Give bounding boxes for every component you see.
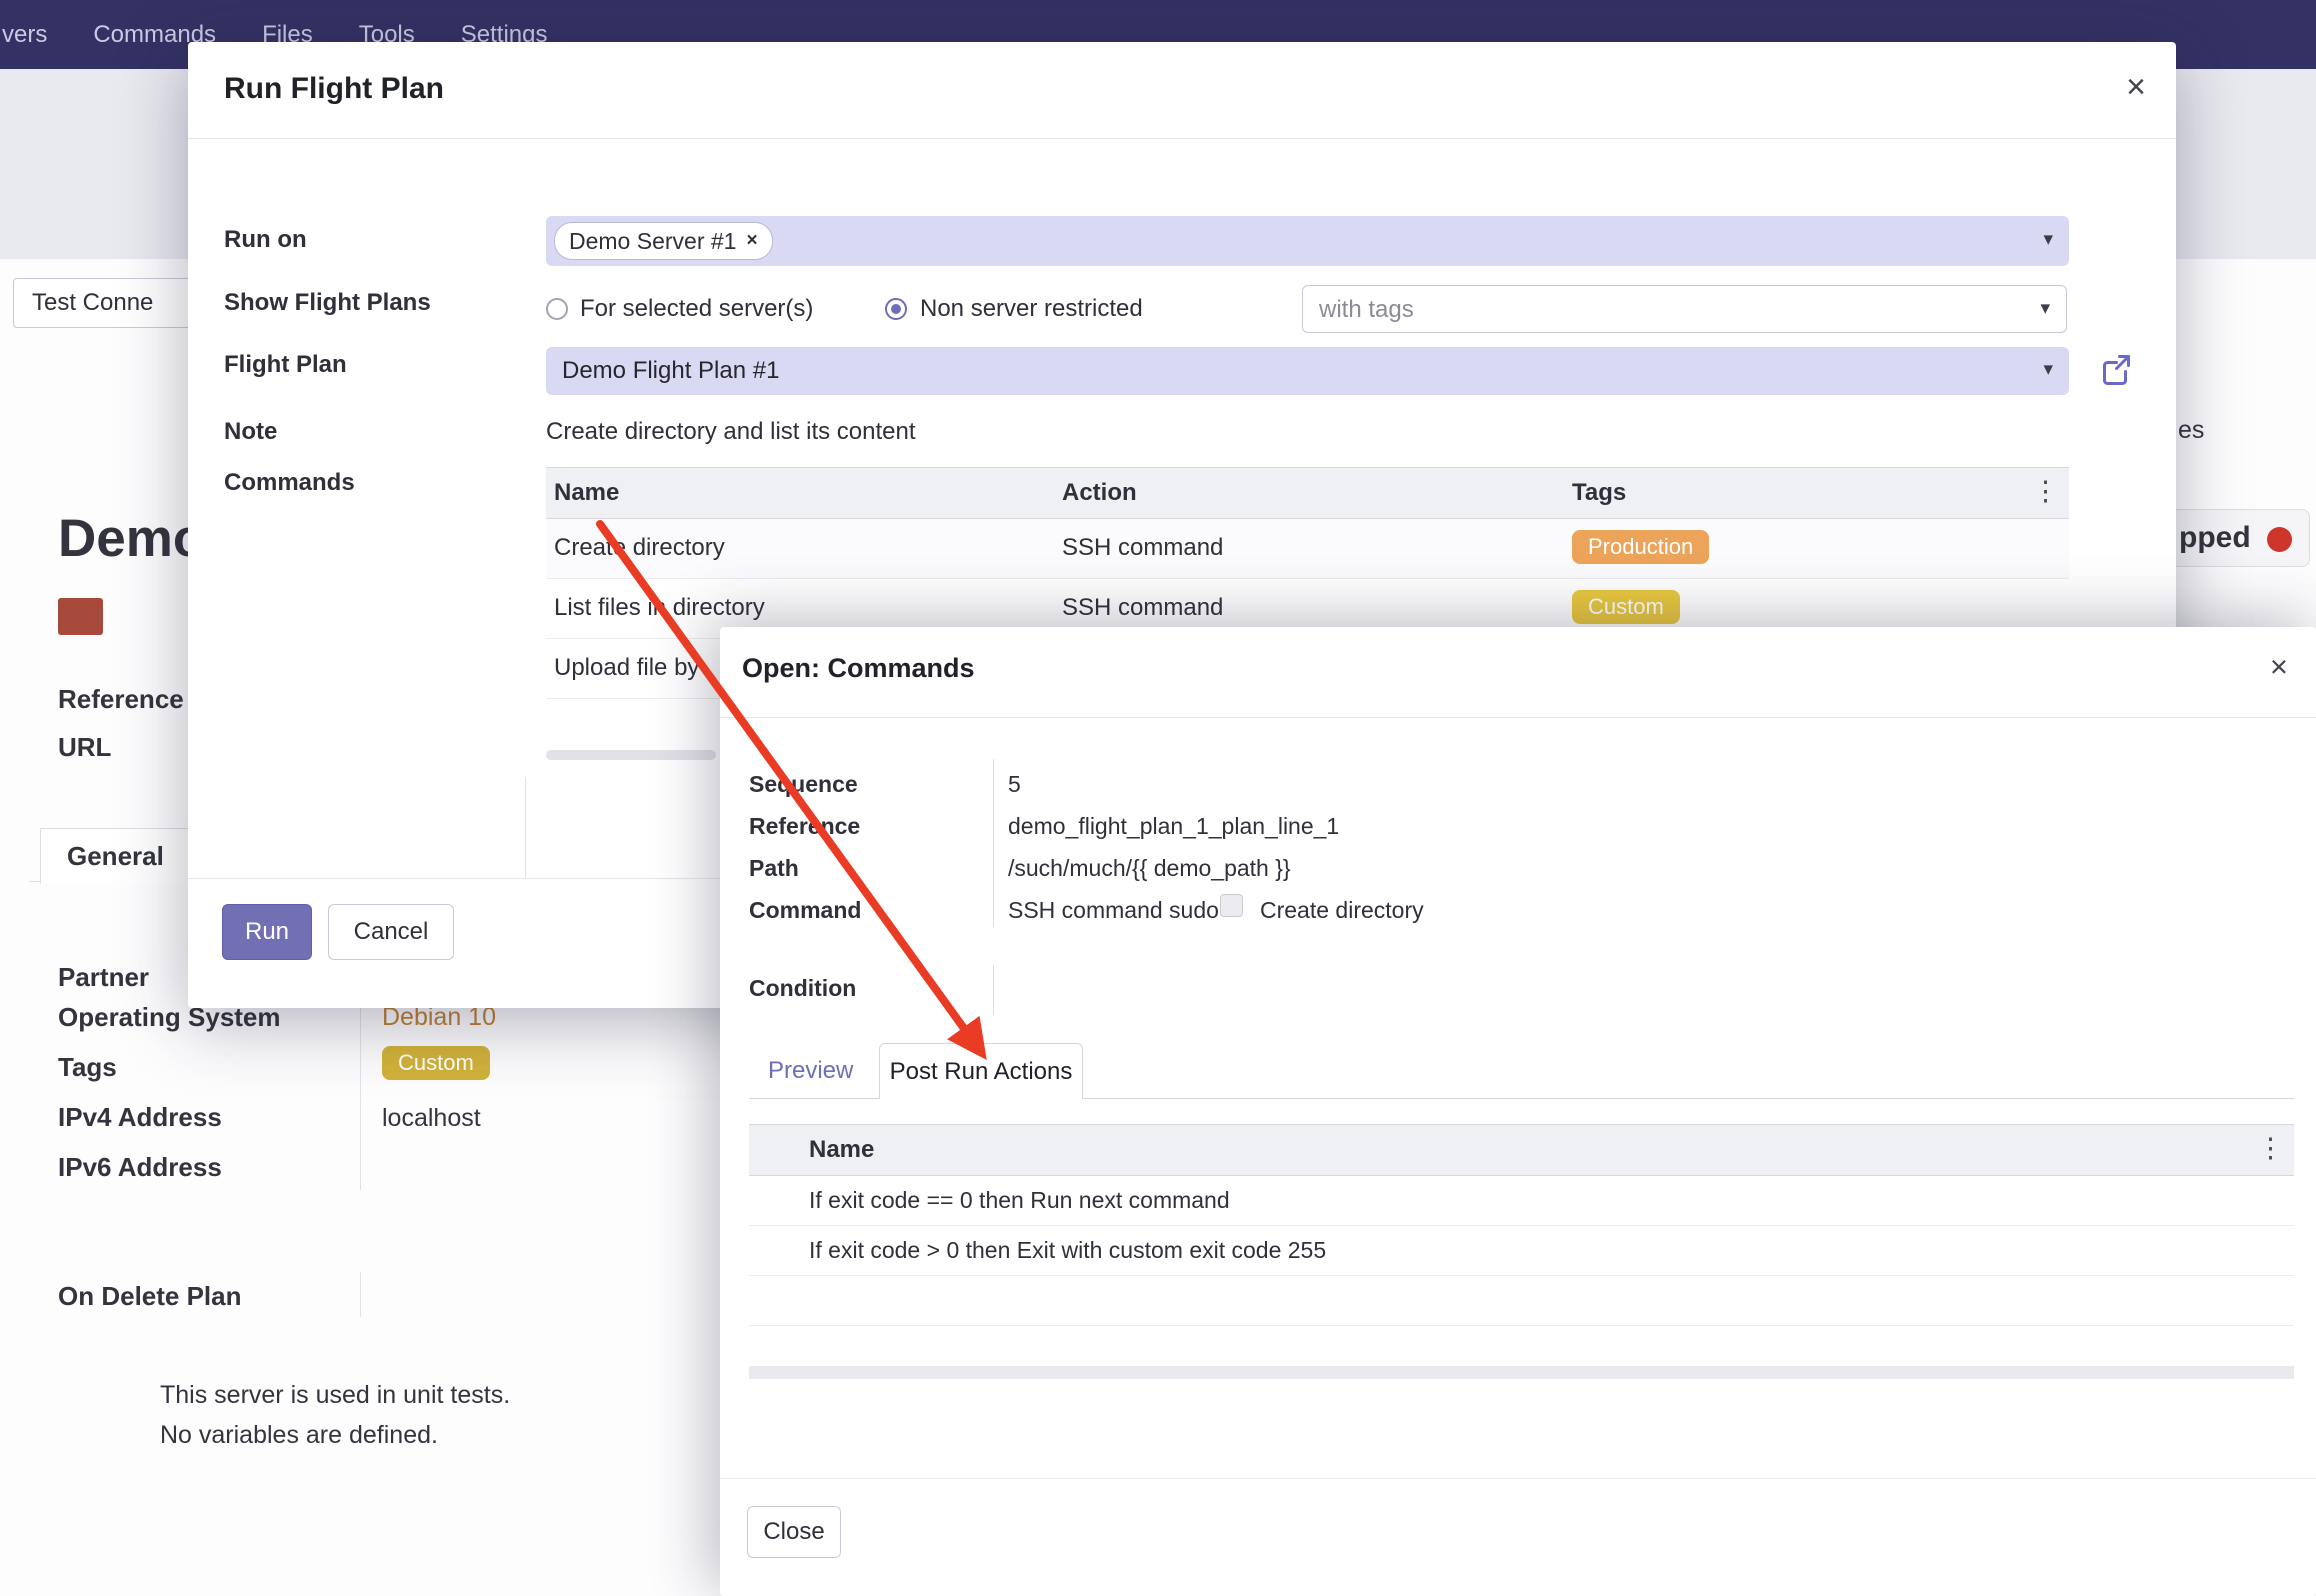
server-title: Demo [58, 508, 205, 569]
cell-name: Create directory [554, 534, 725, 562]
unit-test-note: This server is used in unit tests. [160, 1381, 510, 1410]
field-separator [993, 965, 994, 1015]
close-button[interactable]: Close [747, 1506, 841, 1558]
create-directory-checkbox[interactable] [1220, 894, 1243, 917]
partial-text: es [2178, 416, 2204, 445]
column-header-name[interactable]: Name [554, 479, 619, 507]
modal-header [188, 42, 2176, 139]
kebab-icon[interactable]: ⋮ [2032, 478, 2059, 505]
server-chip[interactable]: Demo Server #1 × [554, 222, 773, 260]
field-separator [525, 778, 526, 878]
run-on-field[interactable]: Demo Server #1 × ▾ [546, 216, 2069, 266]
tag-badge-custom[interactable]: Custom [382, 1046, 490, 1080]
reference-label: Reference [749, 813, 860, 840]
kebab-icon[interactable]: ⋮ [2257, 1135, 2284, 1162]
cell-action: SSH command [1062, 594, 1223, 622]
flight-plan-value: Demo Flight Plan #1 [562, 357, 779, 385]
status-dot [2267, 527, 2292, 552]
chevron-down-icon[interactable]: ▾ [2043, 230, 2053, 249]
variables-note: No variables are defined. [160, 1421, 438, 1450]
cell-name: If exit code > 0 then Exit with custom e… [809, 1237, 1326, 1264]
run-on-label: Run on [224, 226, 307, 254]
table-row[interactable]: If exit code == 0 then Run next command [749, 1176, 2294, 1226]
ipv6-label: IPv6 Address [58, 1152, 222, 1183]
command-label: Command [749, 897, 861, 924]
server-chip-label: Demo Server #1 [569, 228, 736, 255]
radio-non-server-restricted[interactable] [885, 298, 907, 320]
horizontal-scrollbar[interactable] [546, 750, 716, 760]
path-label: Path [749, 855, 799, 882]
show-flight-plans-label: Show Flight Plans [224, 289, 431, 317]
chevron-down-icon[interactable]: ▾ [2043, 360, 2053, 379]
close-icon[interactable]: × [2126, 70, 2146, 104]
color-swatch[interactable] [58, 598, 103, 635]
with-tags-select[interactable]: with tags ▾ [1302, 285, 2067, 333]
table-row[interactable]: If exit code > 0 then Exit with custom e… [749, 1226, 2294, 1276]
chip-remove-icon[interactable]: × [746, 230, 757, 252]
tab-preview[interactable]: Preview [768, 1057, 853, 1085]
tag-badge-custom: Custom [1572, 590, 1680, 624]
radio-for-selected-servers[interactable] [546, 298, 568, 320]
external-link-icon[interactable] [2097, 352, 2133, 388]
horizontal-scrollbar[interactable] [749, 1366, 2294, 1379]
cell-name: Upload file by [554, 654, 699, 682]
table-row[interactable]: Create directory SSH command Production [546, 519, 2069, 579]
chevron-down-icon[interactable]: ▾ [2040, 299, 2050, 318]
sequence-label: Sequence [749, 771, 858, 798]
command-value: SSH command sudo [1008, 897, 1219, 924]
path-value: /such/much/{{ demo_path }} [1008, 855, 1291, 882]
flight-plan-select[interactable]: Demo Flight Plan #1 ▾ [546, 347, 2069, 395]
reference-value: demo_flight_plan_1_plan_line_1 [1008, 813, 1339, 840]
note-value: Create directory and list its content [546, 418, 916, 446]
app-screen: vers Commands Files Tools Settings Test … [0, 0, 2316, 1596]
tab-general[interactable]: General [40, 828, 191, 884]
column-header-name[interactable]: Name [809, 1136, 874, 1164]
cell-name: If exit code == 0 then Run next command [809, 1187, 1230, 1214]
column-header-tags[interactable]: Tags [1572, 479, 1626, 507]
create-directory-link[interactable]: Create directory [1260, 897, 1424, 924]
open-commands-modal: Open: Commands × Sequence 5 Reference de… [720, 627, 2316, 1596]
condition-label: Condition [749, 975, 856, 1002]
radio-non-server-restricted-label[interactable]: Non server restricted [920, 295, 1143, 323]
tag-badge-production: Production [1572, 530, 1709, 564]
close-icon[interactable]: × [2270, 651, 2288, 682]
field-separator [360, 1272, 361, 1317]
note-label: Note [224, 418, 277, 446]
table-header-row: Name ⋮ [749, 1124, 2294, 1176]
partner-label: Partner [58, 962, 149, 993]
table-row[interactable] [749, 1276, 2294, 1326]
modal-footer-divider [720, 1478, 2316, 1479]
commands-label: Commands [224, 469, 355, 497]
flight-plan-label: Flight Plan [224, 351, 347, 379]
table-header-row: Name Action Tags ⋮ [546, 467, 2069, 519]
radio-for-selected-servers-label[interactable]: For selected server(s) [580, 295, 813, 323]
modal-title: Open: Commands [742, 653, 975, 684]
cell-action: SSH command [1062, 534, 1223, 562]
url-label: URL [58, 732, 111, 763]
reference-label: Reference [58, 684, 184, 715]
status-badge-label: pped [2179, 521, 2251, 555]
field-separator [993, 759, 994, 927]
tab-post-run-actions[interactable]: Post Run Actions [879, 1043, 1083, 1099]
ipv4-label: IPv4 Address [58, 1102, 222, 1133]
tab-post-run-actions-label: Post Run Actions [890, 1058, 1073, 1086]
tags-label: Tags [58, 1052, 117, 1083]
run-button[interactable]: Run [222, 904, 312, 960]
nav-item-servers[interactable]: vers [2, 21, 47, 49]
cell-name: List files in directory [554, 594, 765, 622]
ipv4-value: localhost [382, 1104, 481, 1133]
sequence-value: 5 [1008, 771, 1021, 798]
modal-title: Run Flight Plan [224, 72, 444, 106]
post-run-actions-table: Name ⋮ If exit code == 0 then Run next c… [749, 1124, 2294, 1326]
on-delete-plan-label: On Delete Plan [58, 1281, 242, 1312]
cancel-button[interactable]: Cancel [328, 904, 454, 960]
with-tags-placeholder: with tags [1319, 296, 1414, 324]
column-header-action[interactable]: Action [1062, 479, 1137, 507]
